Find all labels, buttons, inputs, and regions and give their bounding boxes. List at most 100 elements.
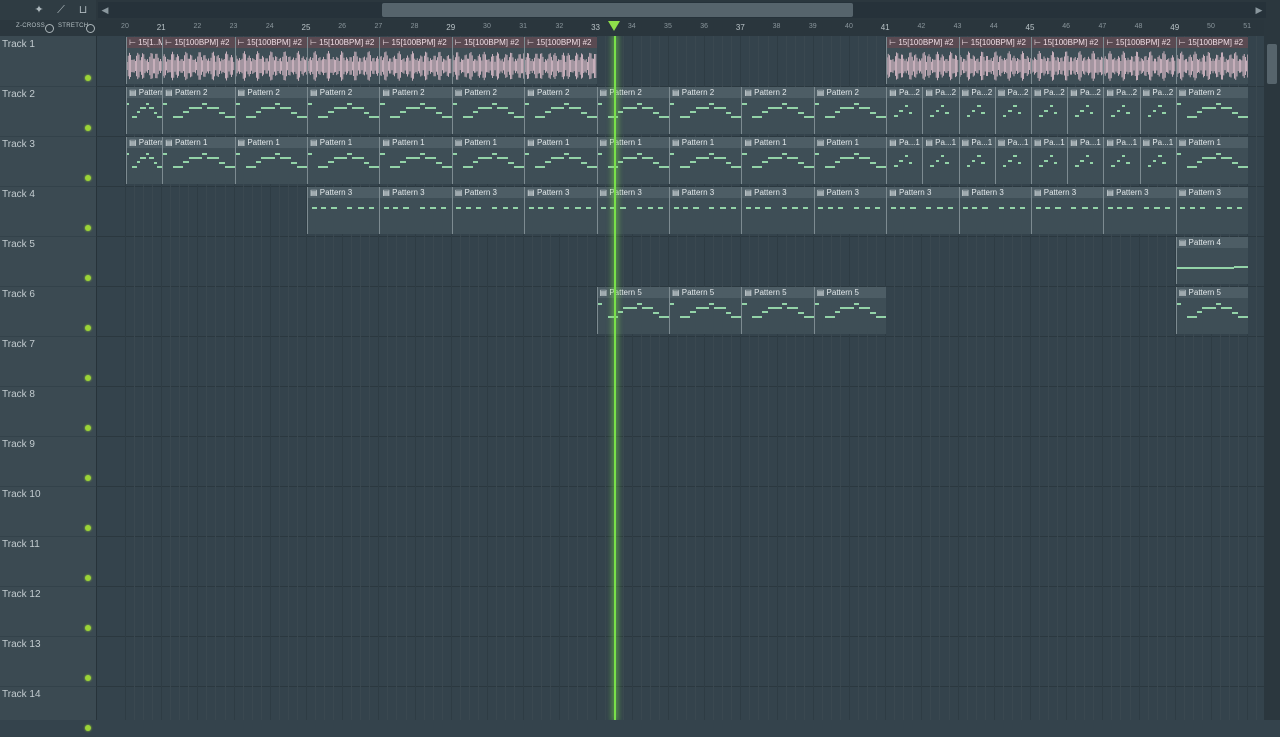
track-row[interactable] xyxy=(96,336,1264,387)
pattern-clip[interactable]: ▤ Pattern 5 xyxy=(668,287,742,334)
pattern-clip[interactable]: ▤ Pa...1 xyxy=(958,137,995,184)
track-enable-dot-icon[interactable] xyxy=(85,175,91,181)
pattern-clip[interactable]: ▤ Pattern 5 xyxy=(1175,287,1249,334)
stretch-knob[interactable] xyxy=(86,24,95,33)
pattern-clip[interactable]: ▤ Pa...2 xyxy=(1067,87,1104,134)
track-row[interactable] xyxy=(96,436,1264,487)
track-header[interactable]: Track 12 xyxy=(0,586,96,637)
pattern-clip[interactable]: ▤ Pattern 3 xyxy=(1175,187,1249,234)
pattern-clip[interactable]: ▤ Pattern 2 xyxy=(596,87,669,134)
pattern-clip[interactable]: ▤ Pattern 3 xyxy=(1030,187,1104,234)
pattern-clip[interactable]: ▤ Pa...2 xyxy=(886,87,923,134)
track-row[interactable] xyxy=(96,636,1264,687)
pattern-clip[interactable]: ▤ Pattern 5 xyxy=(596,287,669,334)
track-enable-dot-icon[interactable] xyxy=(85,325,91,331)
pattern-clip[interactable]: ▤ Pattern 1 xyxy=(668,137,742,184)
scroll-right-arrow-icon[interactable]: ▶ xyxy=(1252,2,1266,18)
track-header[interactable]: Track 8 xyxy=(0,386,96,437)
pattern-clip[interactable]: ▤ Pattern 1 xyxy=(596,137,669,184)
magnet-icon[interactable]: ✦ xyxy=(30,2,48,18)
track-enable-dot-icon[interactable] xyxy=(85,475,91,481)
pattern-clip[interactable]: ▤ Pattern 2 xyxy=(524,87,597,134)
audio-clip[interactable]: ⊢ 15[100BPM] #2 xyxy=(958,37,1031,84)
track-row[interactable] xyxy=(96,586,1264,637)
playhead-marker-icon[interactable] xyxy=(607,21,620,31)
pattern-clip[interactable]: ▤ Pattern 3 xyxy=(306,187,380,234)
track-enable-dot-icon[interactable] xyxy=(85,375,91,381)
track-header[interactable]: Track 14 xyxy=(0,686,96,737)
pattern-clip[interactable]: ▤ Pattern 2 xyxy=(379,87,452,134)
track-header[interactable]: Track 10 xyxy=(0,486,96,537)
pattern-clip[interactable]: ▤ Pattern 5 xyxy=(741,287,814,334)
track-header[interactable]: Track 3 xyxy=(0,136,96,187)
pattern-clip[interactable]: ▤ Pattern 3 xyxy=(379,187,452,234)
track-enable-dot-icon[interactable] xyxy=(85,75,91,81)
pattern-clip[interactable]: ▤ Pattern 2 xyxy=(741,87,814,134)
track-row[interactable] xyxy=(96,686,1264,720)
scrollbar-thumb[interactable] xyxy=(382,3,853,17)
horizontal-scrollbar[interactable]: ◀ ▶ xyxy=(98,2,1266,18)
track-enable-dot-icon[interactable] xyxy=(85,675,91,681)
track-enable-dot-icon[interactable] xyxy=(85,225,91,231)
track-header[interactable]: Track 4 xyxy=(0,186,96,237)
pattern-clip[interactable]: ▤ Pa...1 xyxy=(994,137,1031,184)
pattern-clip[interactable]: ▤ Pattern 2 xyxy=(234,87,307,134)
track-header[interactable]: Track 13 xyxy=(0,636,96,687)
timeline-ruler[interactable]: 20 21 22 23 24 25 26 27 28 29 30 31 32 33 34 35 36 37 38 39… xyxy=(96,20,1264,36)
pattern-clip[interactable]: ▤ Pattern 1 xyxy=(524,137,597,184)
vertical-scrollbar-thumb[interactable] xyxy=(1267,44,1277,84)
scroll-left-arrow-icon[interactable]: ◀ xyxy=(98,2,112,18)
pattern-clip[interactable]: ▤ Pattern 1 xyxy=(234,137,307,184)
slice-icon[interactable]: ⊔ xyxy=(74,2,92,18)
pattern-clip[interactable]: ▤ Pattern 2 xyxy=(1175,87,1249,134)
pattern-clip[interactable]: ▤ Pattern 3 xyxy=(524,187,597,234)
pattern-clip[interactable]: ▤ Pattern 2 xyxy=(813,87,887,134)
pattern-clip[interactable]: ▤ Pa...1 xyxy=(1067,137,1104,184)
track-row[interactable] xyxy=(96,386,1264,437)
vertical-scrollbar[interactable] xyxy=(1264,20,1280,720)
pattern-clip[interactable]: ▤ Pattern 2 xyxy=(668,87,742,134)
audio-clip[interactable]: ⊢ 15[100BPM] #2 xyxy=(1030,37,1104,84)
pattern-clip[interactable]: ▤ Pa...1 xyxy=(1030,137,1068,184)
track-enable-dot-icon[interactable] xyxy=(85,525,91,531)
pattern-clip[interactable]: ▤ Pattern 3 xyxy=(813,187,887,234)
playlist-grid[interactable]: ⊢ 15[1..M] #2⊢ 15[100BPM] #2⊢ 15[100BPM]… xyxy=(96,36,1264,720)
pattern-clip[interactable]: ▤ Pa...2 xyxy=(1139,87,1176,134)
pattern-clip[interactable]: ▤ Pattern 3 xyxy=(1103,187,1176,234)
track-header[interactable]: Track 1 xyxy=(0,36,96,87)
track-header[interactable]: Track 6 xyxy=(0,286,96,337)
audio-clip[interactable]: ⊢ 15[100BPM] #2 xyxy=(379,37,452,84)
pattern-clip[interactable]: ▤ Pa...2 xyxy=(958,87,995,134)
audio-clip[interactable]: ⊢ 15[100BPM] #2 xyxy=(234,37,307,84)
track-enable-dot-icon[interactable] xyxy=(85,725,91,731)
pattern-clip[interactable]: ▤ Pattern 1 xyxy=(125,137,163,184)
pattern-clip[interactable]: ▤ Pattern 3 xyxy=(741,187,814,234)
track-header[interactable]: Track 2 xyxy=(0,86,96,137)
audio-clip[interactable]: ⊢ 15[100BPM] #2 xyxy=(306,37,380,84)
track-enable-dot-icon[interactable] xyxy=(85,425,91,431)
pattern-clip[interactable]: ▤ Pattern 2 xyxy=(125,87,163,134)
track-enable-dot-icon[interactable] xyxy=(85,625,91,631)
audio-clip[interactable]: ⊢ 15[100BPM] #2 xyxy=(451,37,525,84)
track-row[interactable] xyxy=(96,236,1264,287)
pattern-clip[interactable]: ▤ Pattern 3 xyxy=(886,187,959,234)
track-header[interactable]: Track 7 xyxy=(0,336,96,387)
pattern-clip[interactable]: ▤ Pattern 3 xyxy=(451,187,525,234)
track-enable-dot-icon[interactable] xyxy=(85,575,91,581)
audio-clip[interactable]: ⊢ 15[100BPM] #2 xyxy=(886,37,959,84)
pattern-clip[interactable]: ▤ Pattern 1 xyxy=(451,137,525,184)
audio-clip[interactable]: ⊢ 15[100BPM] #2 xyxy=(524,37,597,84)
pattern-clip[interactable]: ▤ Pattern 3 xyxy=(958,187,1031,234)
pattern-clip[interactable]: ▤ Pattern 1 xyxy=(306,137,380,184)
pattern-clip[interactable]: ▤ Pattern 2 xyxy=(162,87,235,134)
track-enable-dot-icon[interactable] xyxy=(85,275,91,281)
track-row[interactable] xyxy=(96,486,1264,537)
pattern-clip[interactable]: ▤ Pattern 5 xyxy=(813,287,887,334)
pattern-clip[interactable]: ▤ Pa...2 xyxy=(1030,87,1068,134)
audio-clip[interactable]: ⊢ 15[1..M] #2 xyxy=(125,37,163,84)
pattern-clip[interactable]: ▤ Pa...2 xyxy=(1103,87,1140,134)
track-header[interactable]: Track 9 xyxy=(0,436,96,487)
pencil-icon[interactable]: ⟋ xyxy=(52,2,70,18)
pattern-clip[interactable]: ▤ Pattern 1 xyxy=(162,137,235,184)
pattern-clip[interactable]: ▤ Pattern 1 xyxy=(1175,137,1249,184)
